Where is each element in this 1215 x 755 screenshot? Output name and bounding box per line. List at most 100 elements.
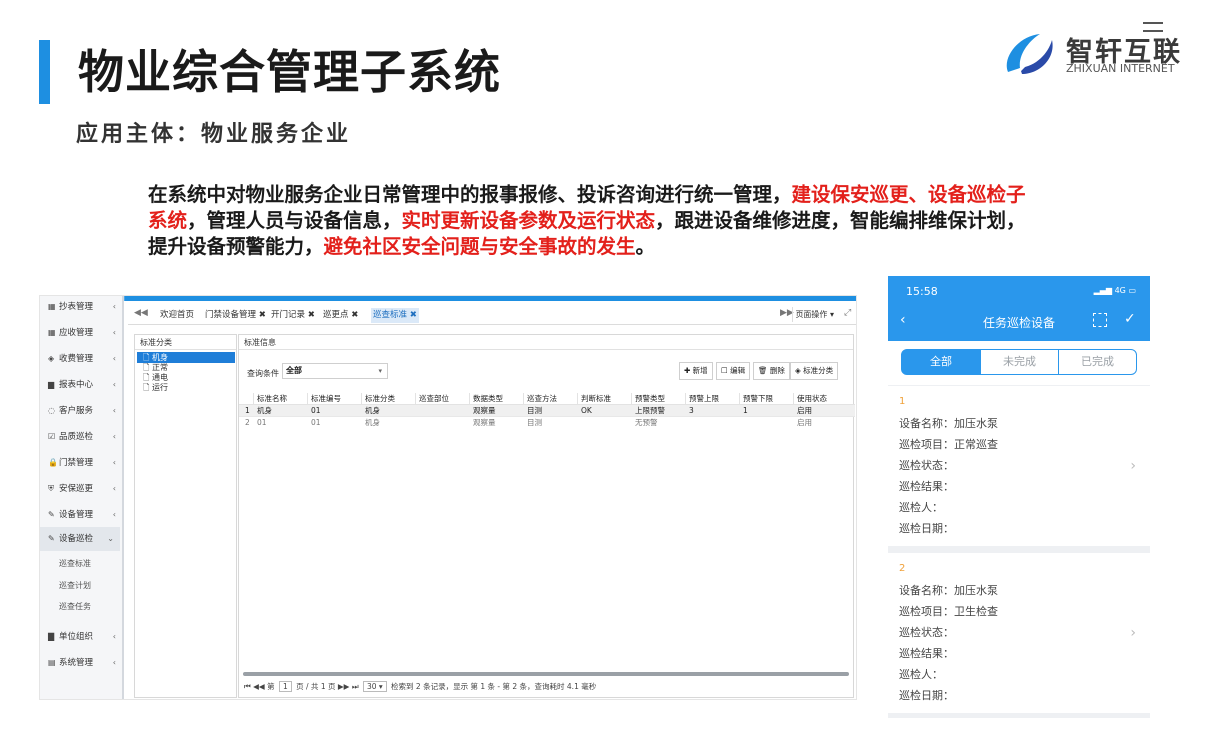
category-button[interactable]: ◈ 标准分类 — [790, 362, 839, 380]
column-header[interactable]: 标准名称 — [257, 393, 287, 405]
page-number-input[interactable]: 1 — [278, 681, 292, 692]
sidebar-item-label: 报表中心 — [59, 380, 94, 390]
sidebar-item-4[interactable]: ◌ 客户服务 ‹ — [48, 404, 122, 418]
sidebar-item-1[interactable]: ▦ 应收管理 ‹ — [48, 326, 122, 340]
task-field: 巡检项目：卫生检查 — [899, 605, 998, 618]
sidebar-item-icon: ✎ — [48, 534, 55, 543]
column-header[interactable]: 判断标准 — [581, 393, 611, 405]
query-select-value: 全部 — [286, 366, 302, 375]
table-cell: 3 — [689, 406, 694, 415]
sidebar-item-label: 单位组织 — [59, 632, 94, 642]
column-header[interactable]: 巡查方法 — [527, 393, 557, 405]
chevron-right-icon[interactable]: › — [1130, 625, 1136, 641]
sidebar-item-0[interactable]: ▦ 抄表管理 ‹ — [48, 300, 122, 314]
tab-label: 巡更点 — [323, 310, 349, 320]
battery-icon: ▭ — [1128, 286, 1136, 295]
pager: ⏮ ◀◀ 第 1 页 / 共 1 页 ▶▶ ⏭ 30 ▾ 检索到 2 条记录，显… — [244, 681, 596, 692]
column-header[interactable]: 标准分类 — [365, 393, 395, 405]
sidebar-subitem-0[interactable]: 巡查标准 — [59, 558, 91, 570]
column-divider — [523, 393, 524, 405]
table-row[interactable]: 1 机身 01 机身 观察量 目测 OK 上限预警 3 1 启用 — [239, 405, 855, 417]
column-header[interactable]: 预警类型 — [635, 393, 665, 405]
sidebar-item-label: 抄表管理 — [59, 302, 94, 312]
slide-description: 在系统中对物业服务企业日常管理中的报事报修、投诉咨询进行统一管理，建设保安巡更、… — [148, 182, 1028, 260]
page-ops-dropdown[interactable]: 页面操作 ▾ — [792, 307, 836, 322]
prev-page-icon[interactable]: ◀◀ — [253, 682, 265, 691]
column-header[interactable]: 使用状态 — [797, 393, 827, 405]
file-icon: 🗋 — [143, 373, 150, 382]
last-page-icon[interactable]: ⏭ — [352, 682, 359, 691]
task-card[interactable]: 2 设备名称：加压水泵 巡检项目：卫生检查 巡检状态： 巡检结果： 巡检人： 巡检日期： › — [888, 553, 1150, 713]
tab-2[interactable]: 开门记录 ✖ — [269, 308, 317, 323]
sidebar-item-11[interactable]: ▤ 系统管理 ‹ — [48, 656, 122, 670]
file-icon: 🗋 — [143, 363, 150, 372]
sidebar-item-icon: 🔒 — [48, 458, 58, 467]
sidebar-subitem-1[interactable]: 巡查计划 — [59, 580, 91, 592]
sidebar-item-8[interactable]: ✎ 设备管理 ‹ — [48, 508, 122, 522]
segment-complete[interactable]: 已完成 — [1058, 349, 1137, 375]
table-cell: 上限预警 — [635, 406, 665, 415]
chevron-left-icon: ‹ — [112, 380, 116, 389]
table-cell: 启用 — [797, 418, 812, 427]
sidebar-item-icon: ☑ — [48, 432, 56, 441]
sidebar: ▦ 抄表管理 ‹ ▦ 应收管理 ‹ ◈ 收费管理 ‹ ▆ 报表中心 ‹ ◌ 客户服务 ‹ ☑ 品质巡检 ‹ 🔒门禁管… — [40, 296, 124, 699]
query-select[interactable]: 全部 ▾ — [282, 363, 388, 379]
tab-0[interactable]: 欢迎首页 — [158, 308, 196, 323]
file-icon: 🗋 — [143, 353, 150, 362]
sidebar-item-9[interactable]: ✎ 设备巡检 ⌄ — [40, 527, 120, 551]
delete-button[interactable]: 🗑 删除 — [753, 362, 790, 380]
horizontal-scrollbar[interactable] — [243, 672, 849, 676]
column-divider — [631, 393, 632, 405]
close-icon[interactable]: ✖ — [410, 310, 417, 320]
header-stripe — [125, 296, 856, 301]
close-icon[interactable]: ✖ — [351, 310, 358, 320]
next-page-icon[interactable]: ▶▶ — [338, 682, 350, 691]
add-button[interactable]: ✚ 新增 — [679, 362, 713, 380]
column-header[interactable]: 预警上限 — [689, 393, 719, 405]
sidebar-item-6[interactable]: 🔒门禁管理 ‹ — [48, 456, 122, 470]
slide-title: 物业综合管理子系统 — [78, 45, 501, 99]
sidebar-item-2[interactable]: ◈ 收费管理 ‹ — [48, 352, 122, 366]
tab-4[interactable]: 巡查标准 ✖ — [371, 308, 419, 323]
tab-3[interactable]: 巡更点 ✖ — [321, 308, 360, 323]
close-icon[interactable]: ✖ — [308, 310, 315, 320]
task-field: 巡检日期： — [899, 522, 954, 535]
sidebar-item-7[interactable]: ⛨ 安保巡更 ‹ — [48, 482, 122, 496]
sidebar-item-label: 安保巡更 — [59, 484, 94, 494]
pager-page-label: 第 — [267, 682, 275, 691]
tab-1[interactable]: 门禁设备管理 ✖ — [203, 308, 268, 323]
sidebar-item-icon: ▇ — [48, 632, 55, 641]
check-icon[interactable]: ✓ — [1124, 311, 1136, 327]
edit-button[interactable]: ☐ 编辑 — [716, 362, 751, 380]
column-header[interactable]: 巡查部位 — [419, 393, 449, 405]
close-icon[interactable]: ✖ — [259, 310, 266, 320]
column-header[interactable]: 预警下限 — [743, 393, 773, 405]
column-header[interactable]: 数据类型 — [473, 393, 503, 405]
chevron-left-icon: ‹ — [112, 658, 116, 667]
table-cell: 无预警 — [635, 418, 658, 427]
table-cell: 1 — [743, 406, 748, 415]
sidebar-item-5[interactable]: ☑ 品质巡检 ‹ — [48, 430, 122, 444]
segment-incomplete[interactable]: 未完成 — [980, 349, 1059, 375]
task-card[interactable]: 1 设备名称：加压水泵 巡检项目：正常巡查 巡检状态： 巡检结果： 巡检人： 巡检日期： › — [888, 386, 1150, 546]
column-divider — [415, 393, 416, 405]
chevron-right-icon[interactable]: › — [1130, 458, 1136, 474]
task-index: 1 — [899, 396, 906, 407]
sidebar-item-10[interactable]: ▇ 单位组织 ‹ — [48, 630, 122, 644]
sidebar-subitem-2[interactable]: 巡查任务 — [59, 601, 91, 613]
tree-item-3[interactable]: 🗋 运行 — [137, 382, 235, 393]
first-page-icon[interactable]: ⏮ — [244, 682, 251, 691]
page-size-select[interactable]: 30 ▾ — [362, 681, 387, 692]
category-panel-title: 标准分类 — [135, 335, 236, 350]
column-divider — [307, 393, 308, 405]
tab-prev-icon[interactable]: ◀◀ — [134, 308, 148, 318]
desktop-screenshot: ▦ 抄表管理 ‹ ▦ 应收管理 ‹ ◈ 收费管理 ‹ ▆ 报表中心 ‹ ◌ 客户服务 ‹ ☑ 品质巡检 ‹ 🔒门禁管… — [39, 295, 857, 700]
chevron-down-icon: ▾ — [378, 367, 382, 375]
segment-all[interactable]: 全部 — [901, 349, 981, 375]
sidebar-item-3[interactable]: ▆ 报表中心 ‹ — [48, 378, 122, 392]
column-header[interactable]: 标准编号 — [311, 393, 341, 405]
table-row[interactable]: 2 01 01 机身 观察量 目测 无预警 启用 — [239, 417, 855, 429]
sidebar-item-label: 门禁管理 — [59, 458, 94, 468]
scan-icon[interactable] — [1093, 313, 1107, 327]
fullscreen-icon[interactable]: ⤢ — [844, 308, 851, 318]
